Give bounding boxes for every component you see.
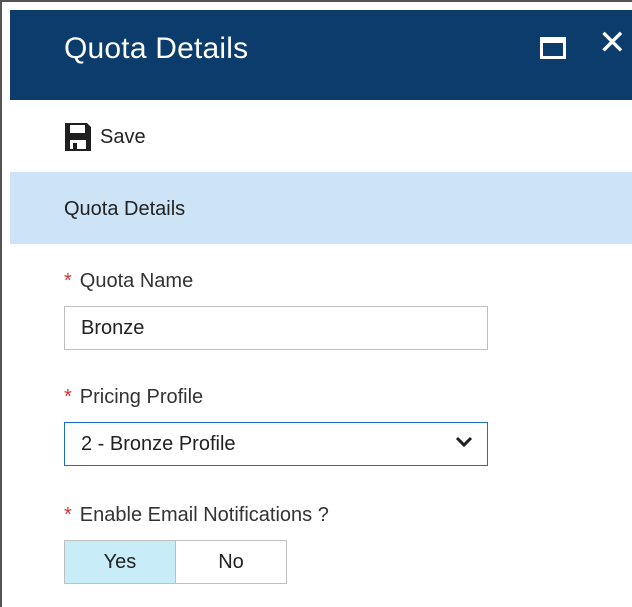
command-bar: Save <box>10 100 632 173</box>
save-button[interactable]: Save <box>64 122 146 152</box>
floppy-disk-icon <box>64 122 92 152</box>
maximize-icon[interactable] <box>540 37 566 59</box>
close-icon[interactable]: ✕ <box>598 26 627 60</box>
blade-title: Quota Details <box>64 32 249 65</box>
pricing-profile-label: * Pricing Profile <box>64 386 203 409</box>
quota-name-label-text: Quota Name <box>79 270 194 292</box>
required-marker: * <box>64 386 72 408</box>
section-title: Quota Details <box>64 198 186 220</box>
required-marker: * <box>64 504 72 526</box>
email-notifications-label-text: Enable Email Notifications ? <box>79 504 329 526</box>
chevron-down-icon <box>455 435 473 449</box>
toggle-option-yes[interactable]: Yes <box>65 541 176 583</box>
email-notifications-toggle: Yes No <box>64 540 287 584</box>
quota-name-input[interactable] <box>64 306 488 350</box>
pricing-profile-dropdown[interactable]: 2 - Bronze Profile <box>64 422 488 466</box>
save-label: Save <box>100 125 146 148</box>
quota-name-label: * Quota Name <box>64 270 193 293</box>
required-marker: * <box>64 270 72 292</box>
pricing-profile-selected: 2 - Bronze Profile <box>81 433 236 455</box>
section-header: Quota Details <box>10 172 632 244</box>
email-notifications-label: * Enable Email Notifications ? <box>64 504 329 527</box>
blade-header: Quota Details ✕ <box>10 10 632 100</box>
toggle-option-no[interactable]: No <box>176 541 286 583</box>
pricing-profile-label-text: Pricing Profile <box>79 386 204 408</box>
